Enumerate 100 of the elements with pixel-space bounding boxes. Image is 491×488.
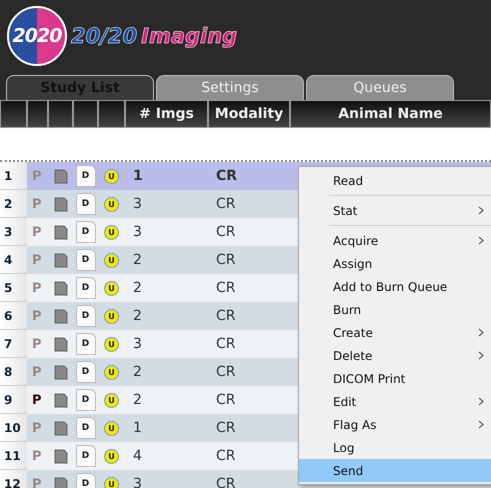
row-number: 11	[0, 442, 27, 470]
column-header[interactable]: Animal Name	[290, 100, 491, 128]
column-header[interactable]	[98, 100, 125, 128]
menu-item[interactable]: Assign	[299, 252, 491, 275]
chevron-right-icon	[478, 351, 484, 360]
menu-item[interactable]: DICOM Print	[299, 367, 491, 390]
row-number: 4	[0, 246, 27, 274]
image-icon[interactable]	[54, 168, 68, 184]
document-button[interactable]: D	[76, 473, 96, 488]
table-cell: 3	[125, 218, 208, 246]
image-icon[interactable]	[54, 392, 68, 408]
image-icon[interactable]	[54, 224, 68, 240]
chevron-right-icon	[478, 420, 484, 429]
table-cell: CR	[208, 386, 290, 414]
table-cell: CR	[208, 470, 290, 488]
row-number: 7	[0, 330, 27, 358]
document-button[interactable]: D	[76, 389, 96, 411]
table-cell: CR	[208, 218, 290, 246]
table-cell: 2	[125, 246, 208, 274]
row-number: 3	[0, 218, 27, 246]
menu-item[interactable]: Create	[299, 321, 491, 344]
menu-item[interactable]: Burn	[299, 298, 491, 321]
table-cell: CR	[208, 442, 290, 470]
column-header[interactable]	[0, 100, 27, 128]
menu-item[interactable]: Send	[299, 459, 491, 482]
status-badge: U	[104, 252, 119, 268]
column-header[interactable]	[27, 100, 48, 128]
status-badge: U	[104, 448, 119, 464]
document-button[interactable]: D	[76, 193, 96, 215]
table-cell: CR	[208, 190, 290, 218]
status-badge: U	[104, 336, 119, 352]
table-cell: 1	[125, 162, 208, 190]
image-icon[interactable]	[54, 252, 68, 268]
table-cell: CR	[208, 358, 290, 386]
status-badge: U	[104, 364, 119, 380]
image-icon[interactable]	[54, 308, 68, 324]
table-cell: CR	[208, 246, 290, 274]
column-header[interactable]	[48, 100, 73, 128]
row-number: 2	[0, 190, 27, 218]
document-button[interactable]: D	[76, 333, 96, 355]
table-cell: 2	[125, 274, 208, 302]
row-number: 1	[0, 162, 27, 190]
row-number: 9	[0, 386, 27, 414]
table-cell: CR	[208, 162, 290, 190]
chevron-right-icon	[478, 328, 484, 337]
column-header[interactable]: Modality	[208, 100, 290, 128]
column-header[interactable]: # Imgs	[125, 100, 208, 128]
table-cell: 4	[125, 442, 208, 470]
image-icon[interactable]	[54, 336, 68, 352]
row-number: 5	[0, 274, 27, 302]
status-badge: U	[104, 392, 119, 408]
chevron-right-icon	[478, 397, 484, 406]
menu-item[interactable]: Delete	[299, 344, 491, 367]
row-number: 10	[0, 414, 27, 442]
image-icon[interactable]	[54, 448, 68, 464]
image-icon[interactable]	[54, 420, 68, 436]
menu-item[interactable]: Log	[299, 436, 491, 459]
status-badge: U	[104, 280, 119, 296]
document-button[interactable]: D	[76, 221, 96, 243]
document-button[interactable]: D	[76, 165, 96, 187]
status-badge: U	[104, 196, 119, 212]
table-cell: CR	[208, 302, 290, 330]
table-cell: 2	[125, 358, 208, 386]
status-letter[interactable]: P	[27, 386, 48, 414]
image-icon[interactable]	[54, 196, 68, 212]
row-number: 6	[0, 302, 27, 330]
status-badge: U	[104, 168, 119, 184]
menu-item[interactable]: Add to Burn Queue	[299, 275, 491, 298]
document-button[interactable]: D	[76, 249, 96, 271]
document-button[interactable]: D	[76, 361, 96, 383]
chevron-right-icon	[478, 236, 484, 245]
table-cell: CR	[208, 414, 290, 442]
table-cell: 2	[125, 302, 208, 330]
status-badge: U	[104, 308, 119, 324]
logo-text: 20/20	[71, 24, 138, 48]
table-cell: 3	[125, 190, 208, 218]
menu-item[interactable]: Edit	[299, 390, 491, 413]
menu-item[interactable]: Read	[299, 169, 491, 199]
status-badge: U	[104, 476, 119, 488]
table-cell: 3	[125, 330, 208, 358]
document-button[interactable]: D	[76, 305, 96, 327]
menu-item[interactable]: Acquire	[299, 229, 491, 252]
document-button[interactable]: D	[76, 445, 96, 467]
document-button[interactable]: D	[76, 417, 96, 439]
image-icon[interactable]	[54, 364, 68, 380]
logo-badge: 2020	[7, 6, 67, 66]
row-number: 8	[0, 358, 27, 386]
column-header[interactable]	[73, 100, 98, 128]
menu-item[interactable]: Stat	[299, 199, 491, 229]
table-cell: 1	[125, 414, 208, 442]
document-button[interactable]: D	[76, 277, 96, 299]
table-cell: CR	[208, 274, 290, 302]
image-icon[interactable]	[54, 280, 68, 296]
menu-item[interactable]: Flag As	[299, 413, 491, 436]
status-badge: U	[104, 420, 119, 436]
chevron-right-icon	[478, 206, 484, 215]
image-icon[interactable]	[54, 476, 68, 488]
table-cell: 3	[125, 470, 208, 488]
status-badge: U	[104, 224, 119, 240]
logo-text: Imaging	[141, 24, 238, 48]
